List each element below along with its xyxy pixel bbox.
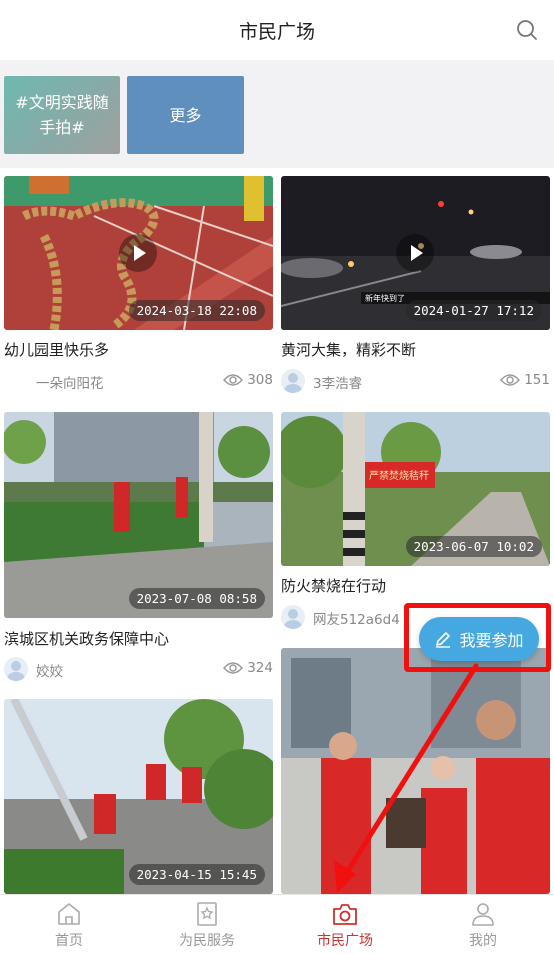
join-button[interactable]: 我要参加	[419, 617, 539, 661]
page-title: 市民广场	[238, 21, 315, 43]
post-date: 2024-01-27 17:12	[405, 300, 542, 321]
view-count: 151	[500, 372, 550, 388]
video-caption: 新年快到了	[365, 293, 405, 303]
post-title: 黄河大集，精彩不断	[281, 341, 417, 359]
tab-citizen-square[interactable]: 市民广场	[276, 895, 414, 954]
post-date: 2023-04-15 15:45	[128, 864, 265, 885]
avatar	[4, 657, 28, 681]
topic-tag-civilization[interactable]: #文明实践随手拍#	[4, 76, 120, 154]
post-meta: 一朵向阳花 308	[4, 369, 273, 393]
topic-tag-bar: #文明实践随手拍# 更多	[0, 60, 554, 168]
topic-tag-more[interactable]: 更多	[127, 76, 244, 154]
avatar	[281, 605, 305, 629]
post-title: 幼儿园里快乐多	[4, 341, 110, 359]
post-meta: 姣姣 324	[4, 657, 273, 681]
home-icon	[58, 903, 80, 925]
bottom-tab-bar: 首页 为民服务 市民广场 我的	[0, 894, 554, 954]
post-author: 网友512a6d4	[313, 612, 400, 628]
post-card[interactable]: 2023-07-08 08:58 滨城区机关政务保障中心 姣姣 324	[4, 412, 273, 682]
join-button-label: 我要参加	[459, 631, 524, 650]
post-card[interactable]: 2024-03-18 22:08 幼儿园里快乐多 一朵向阳花 308	[4, 176, 273, 396]
avatar	[281, 369, 305, 393]
tab-service[interactable]: 为民服务	[138, 895, 276, 954]
post-thumbnail: 2023-04-15 15:45	[4, 699, 273, 894]
eye-icon	[500, 374, 521, 386]
view-count: 308	[223, 372, 273, 388]
play-icon	[396, 234, 434, 272]
banner-text: 严禁焚烧秸秆	[369, 469, 429, 482]
post-card[interactable]: 严禁焚烧秸秆 2023-06-07 10:02 防火禁烧在行动 网友512a6d…	[281, 412, 550, 632]
post-date: 2024-03-18 22:08	[128, 300, 265, 321]
post-date: 2023-07-08 08:58	[128, 588, 265, 609]
pencil-icon	[436, 632, 451, 648]
tab-home[interactable]: 首页	[0, 895, 138, 954]
top-bar: 市民广场	[0, 0, 554, 60]
post-card[interactable]	[281, 648, 550, 894]
search-icon[interactable]	[516, 19, 538, 41]
post-author: 3李浩睿	[313, 376, 363, 392]
post-thumbnail: 2023-07-08 08:58	[4, 412, 273, 618]
post-author: 姣姣	[36, 664, 63, 680]
post-thumbnail: 严禁焚烧秸秆 2023-06-07 10:02	[281, 412, 550, 566]
post-card[interactable]: 新年快到了 2024-01-27 17:12 黄河大集，精彩不断 3李浩睿 15…	[281, 176, 550, 396]
user-icon	[472, 903, 494, 926]
post-meta: 3李浩睿 151	[281, 369, 550, 393]
eye-icon	[223, 662, 244, 674]
post-thumbnail: 新年快到了 2024-01-27 17:12	[281, 176, 550, 330]
post-title: 防火禁烧在行动	[281, 577, 387, 595]
tab-mine[interactable]: 我的	[414, 895, 552, 954]
post-thumbnail: 2024-03-18 22:08	[4, 176, 273, 330]
camera-icon	[333, 904, 357, 925]
view-count: 324	[223, 660, 273, 676]
eye-icon	[223, 374, 244, 386]
post-thumbnail	[281, 648, 550, 894]
post-author: 一朵向阳花	[36, 376, 104, 392]
post-card[interactable]: 2023-04-15 15:45	[4, 699, 273, 894]
post-date: 2023-06-07 10:02	[405, 536, 542, 557]
post-title: 滨城区机关政务保障中心	[4, 630, 170, 648]
play-icon	[119, 234, 157, 272]
service-icon	[197, 902, 217, 926]
